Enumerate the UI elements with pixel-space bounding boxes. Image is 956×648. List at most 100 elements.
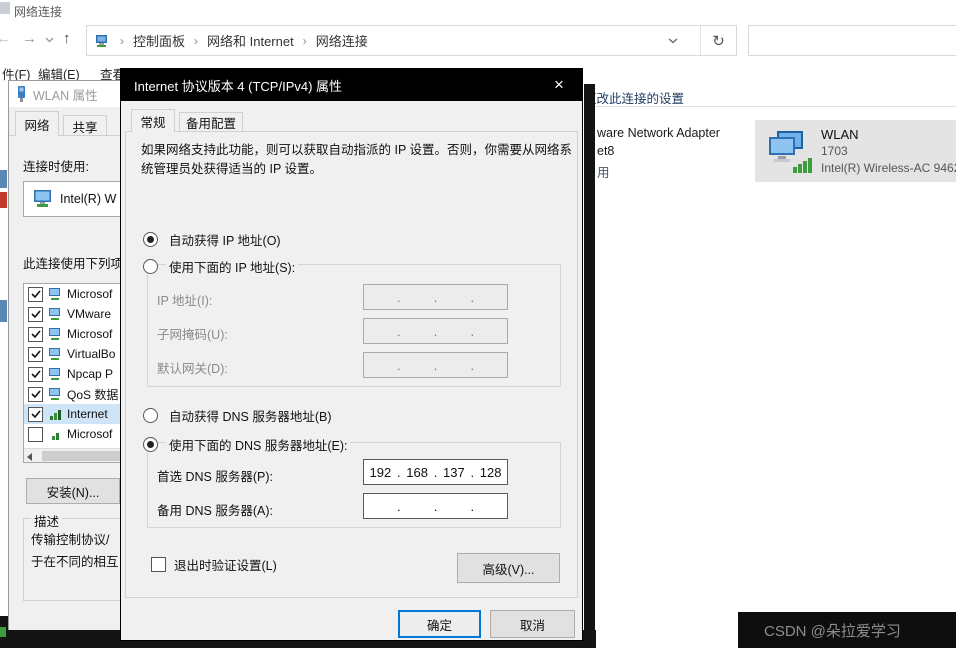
- list-item[interactable]: QoS 数据: [24, 384, 120, 404]
- checkbox-checked[interactable]: [28, 327, 43, 342]
- advanced-button-label: 高级(V)...: [482, 559, 534, 578]
- wlan-dialog-title: WLAN 属性: [33, 85, 98, 104]
- tab-network[interactable]: 网络: [15, 111, 59, 136]
- list-item[interactable]: Microsof: [24, 284, 120, 304]
- tab-sharing[interactable]: 共享: [63, 115, 107, 136]
- chevron-down-icon: [668, 38, 678, 44]
- tab-sharing-label: 共享: [72, 117, 97, 136]
- radio-off-icon[interactable]: [143, 259, 158, 274]
- list-item[interactable]: VMware: [24, 304, 120, 324]
- connect-using-label: 连接时使用:: [23, 156, 89, 175]
- radio-auto-ip-label: 自动获得 IP 地址(O): [166, 230, 284, 249]
- adapter-name: Intel(R) W: [60, 192, 116, 206]
- address-dropdown-button[interactable]: [655, 26, 691, 55]
- intro-text: 如果网络支持此功能，则可以获取自动指派的 IP 设置。否则，你需要从网络系统管理…: [141, 141, 575, 179]
- close-icon[interactable]: ×: [536, 69, 582, 101]
- alternate-dns-label: 备用 DNS 服务器(A):: [157, 500, 273, 519]
- default-gateway-field: . . .: [363, 352, 508, 378]
- vmware-adapter-status-partial: 用: [597, 162, 610, 181]
- checkbox-checked[interactable]: [28, 347, 43, 362]
- install-button[interactable]: 安装(N)...: [26, 478, 120, 504]
- search-input[interactable]: [749, 26, 956, 55]
- radio-on-icon[interactable]: [143, 232, 158, 247]
- wlan-dialog-titlebar[interactable]: WLAN 属性: [9, 81, 120, 107]
- wlan-tile-network: 1703: [821, 143, 956, 160]
- validate-on-exit-checkbox[interactable]: 退出时验证设置(L): [151, 555, 277, 574]
- list-item[interactable]: VirtualBo: [24, 344, 120, 364]
- breadcrumb-separator: ›: [194, 34, 198, 48]
- tab-general[interactable]: 常规: [131, 109, 175, 132]
- vmware-adapter-name-partial: ware Network Adapter: [597, 126, 720, 140]
- adapter-box: Intel(R) W: [23, 181, 120, 217]
- toolbar-divider: [595, 106, 956, 107]
- adapter-item-icon: [48, 328, 62, 341]
- list-item-label: VirtualBo: [67, 347, 115, 361]
- horizontal-scrollbar[interactable]: [24, 448, 120, 462]
- up-button-icon[interactable]: ↑: [63, 30, 71, 47]
- checkbox-checked[interactable]: [28, 367, 43, 382]
- default-gateway-label: 默认网关(D):: [157, 358, 228, 377]
- tab-general-label: 常规: [140, 112, 165, 131]
- list-item-label: Internet: [67, 407, 108, 421]
- list-item[interactable]: Microsof: [24, 324, 120, 344]
- protocol-item-icon: [48, 428, 62, 441]
- checkbox-checked[interactable]: [28, 287, 43, 302]
- preferred-dns-label: 首选 DNS 服务器(P):: [157, 466, 273, 485]
- wlan-connection-tile[interactable]: WLAN 1703 Intel(R) Wireless-AC 9462: [755, 120, 956, 182]
- radio-manual-ip-label: 使用下面的 IP 地址(S):: [166, 257, 298, 276]
- radio-manual-ip[interactable]: 使用下面的 IP 地址(S):: [143, 257, 298, 276]
- watermark-bar: CSDN @朵拉爱学习: [738, 612, 956, 648]
- radio-auto-dns[interactable]: 自动获得 DNS 服务器地址(B): [143, 406, 335, 425]
- ok-button[interactable]: 确定: [398, 610, 481, 638]
- breadcrumb-separator: ›: [120, 34, 124, 48]
- network-connections-window: 网络连接 ← → ↑ › 控制面板 › 网络和 Internet › 网络连接 …: [0, 0, 956, 648]
- checkbox-unchecked[interactable]: [151, 557, 166, 572]
- advanced-button[interactable]: 高级(V)...: [457, 553, 560, 583]
- radio-auto-ip[interactable]: 自动获得 IP 地址(O): [143, 230, 284, 249]
- preferred-dns-field[interactable]: 192. 168. 137. 128: [363, 459, 508, 485]
- protocol-list[interactable]: Microsof VMware Microsof VirtualBo Npcap: [23, 283, 120, 463]
- back-button-icon[interactable]: ←: [0, 30, 11, 47]
- checkbox-checked[interactable]: [28, 387, 43, 402]
- subnet-mask-label: 子网掩码(U):: [157, 324, 228, 343]
- breadcrumb-control-panel[interactable]: 控制面板: [133, 31, 185, 50]
- checkbox-checked[interactable]: [28, 307, 43, 322]
- cancel-button[interactable]: 取消: [490, 610, 575, 638]
- breadcrumb-network-connections[interactable]: 网络连接: [316, 31, 368, 50]
- list-item[interactable]: Npcap P: [24, 364, 120, 384]
- wlan-properties-dialog: WLAN 属性 网络 共享 连接时使用: Intel(R) W 此连接使用下列项…: [8, 80, 120, 630]
- scroll-left-icon[interactable]: [27, 453, 32, 461]
- checkbox-checked[interactable]: [28, 407, 43, 422]
- change-connection-settings-command[interactable]: 更改此连接的设置: [584, 88, 684, 107]
- list-item-selected[interactable]: Internet: [24, 404, 120, 424]
- protocol-item-icon: [48, 408, 62, 421]
- adapter-icon-fragment: [0, 300, 7, 322]
- network-folder-icon: [95, 34, 111, 48]
- list-item-label: QoS 数据: [67, 386, 118, 403]
- radio-off-icon[interactable]: [143, 408, 158, 423]
- radio-manual-dns-label: 使用下面的 DNS 服务器地址(E):: [166, 435, 350, 454]
- adapter-item-icon: [48, 288, 62, 301]
- alternate-dns-field[interactable]: . . .: [363, 493, 508, 519]
- cancel-button-label: 取消: [520, 615, 545, 634]
- list-item[interactable]: Microsof: [24, 424, 120, 444]
- tab-alternate-config[interactable]: 备用配置: [179, 112, 243, 132]
- wlan-tile-device: Intel(R) Wireless-AC 9462: [821, 160, 956, 177]
- list-item-label: Microsof: [67, 327, 112, 341]
- radio-manual-dns[interactable]: 使用下面的 DNS 服务器地址(E):: [143, 435, 350, 454]
- wlan-device-icon: [16, 86, 27, 102]
- recent-pages-chevron-icon[interactable]: [45, 37, 54, 43]
- checkbox-unchecked[interactable]: [28, 427, 43, 442]
- breadcrumb-network-internet[interactable]: 网络和 Internet: [207, 31, 294, 50]
- radio-on-icon[interactable]: [143, 437, 158, 452]
- adapter-item-icon: [48, 368, 62, 381]
- ipv4-dialog-titlebar[interactable]: Internet 协议版本 4 (TCP/IPv4) 属性 ×: [121, 69, 582, 101]
- address-bar[interactable]: › 控制面板 › 网络和 Internet › 网络连接 ↻: [86, 25, 737, 56]
- refresh-button[interactable]: ↻: [700, 26, 736, 55]
- forward-button-icon[interactable]: →: [22, 30, 37, 47]
- description-line: 于在不同的相互: [31, 551, 119, 570]
- scrollbar-thumb[interactable]: [42, 451, 120, 461]
- ok-button-label: 确定: [427, 615, 452, 634]
- search-box[interactable]: [748, 25, 956, 56]
- list-item-label: Microsof: [67, 427, 112, 441]
